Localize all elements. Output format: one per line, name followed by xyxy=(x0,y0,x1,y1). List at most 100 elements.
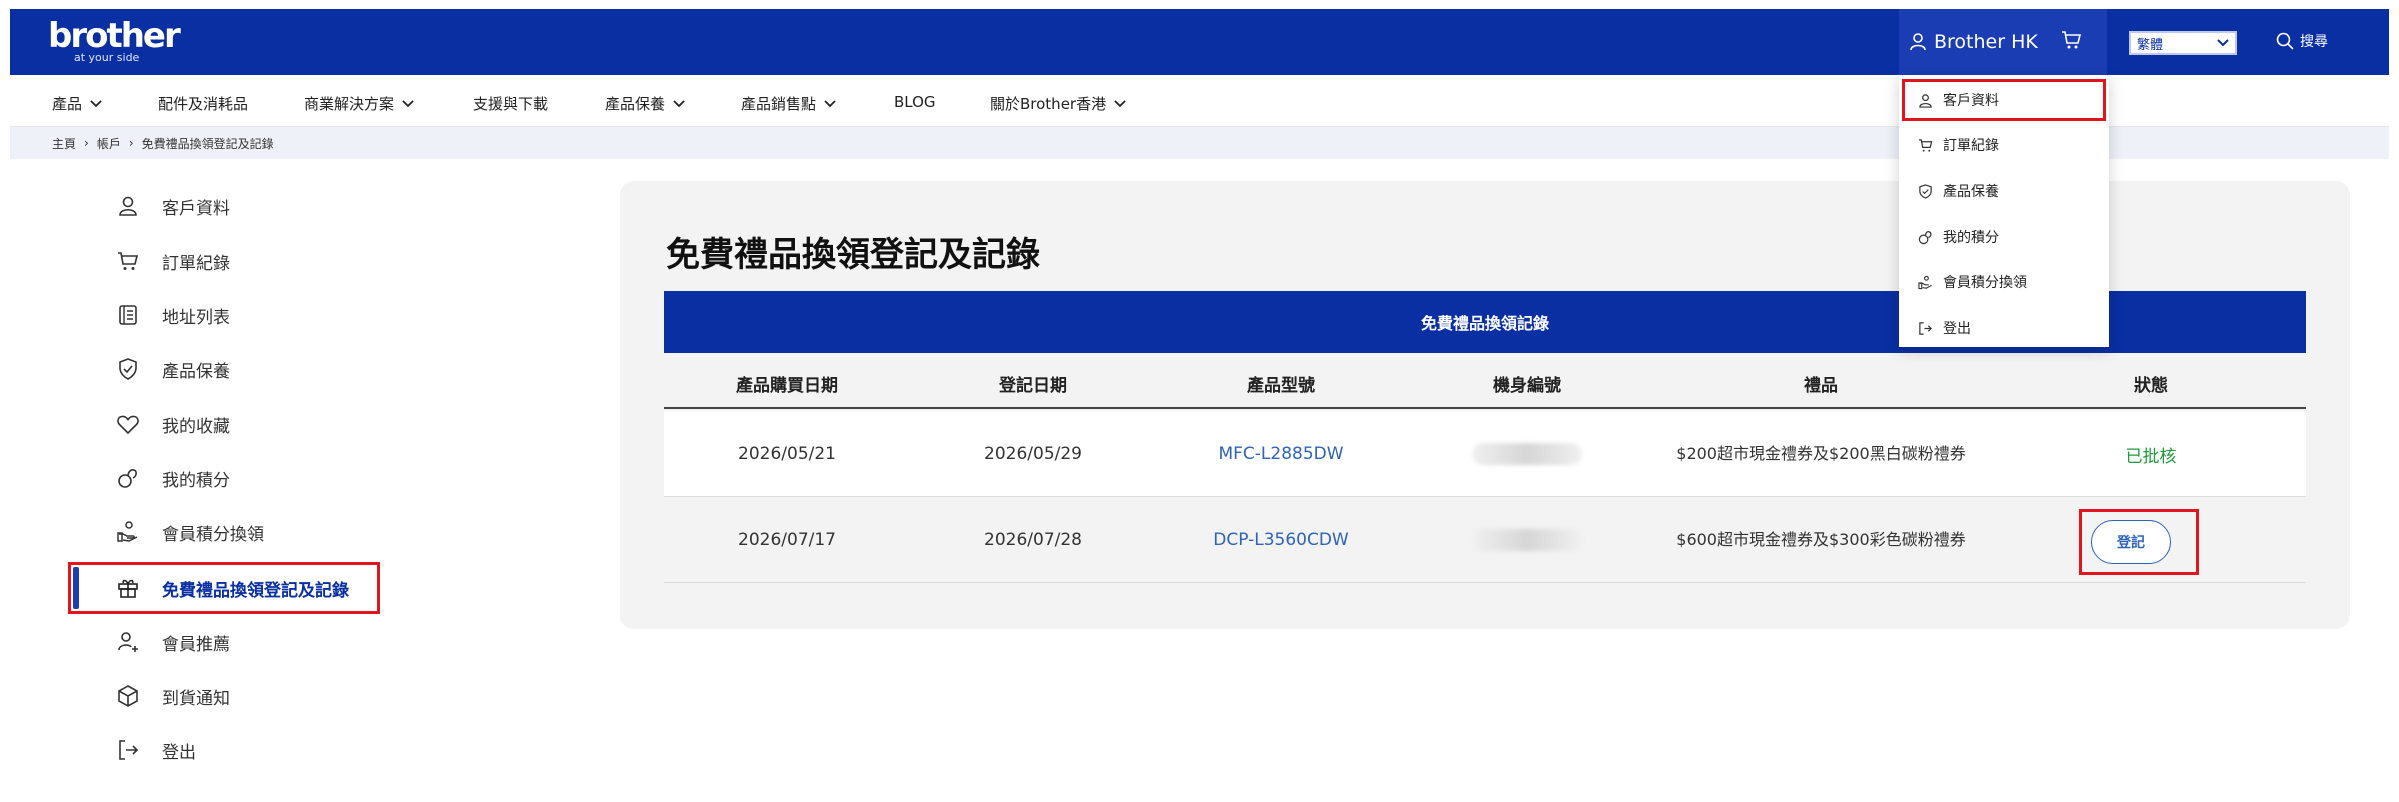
page-title: 免費禮品換領登記及記錄 xyxy=(666,235,1040,275)
sidebar-item-free-gift[interactable]: 免費禮品換領登記及記錄 xyxy=(116,573,349,603)
user-icon xyxy=(1919,93,1932,108)
serial-number-redacted xyxy=(1472,411,1582,497)
breadcrumb-home[interactable]: 主頁 xyxy=(52,135,76,152)
sidebar-item-referral[interactable]: 會員推薦 xyxy=(116,627,230,657)
cart-icon xyxy=(1918,138,1933,152)
column-header: 產品型號 xyxy=(1247,376,1315,396)
serial-number-redacted xyxy=(1472,497,1582,583)
dropdown-item-logout[interactable]: 登出 xyxy=(1918,317,1971,339)
logo-wordmark: brother xyxy=(48,16,181,56)
cart-button[interactable] xyxy=(2060,29,2082,55)
nav-item-retailers[interactable]: 產品銷售點 xyxy=(741,93,836,114)
sidebar-item-profile[interactable]: 客戶資料 xyxy=(116,191,230,221)
search-label: 搜尋 xyxy=(2300,34,2328,50)
language-select[interactable]: 繁體 xyxy=(2129,31,2237,55)
shield-check-icon xyxy=(1919,183,1932,199)
gift-cell: $200超市現金禮券及$200黑白碳粉禮券 xyxy=(1656,411,1986,497)
chevron-down-icon xyxy=(824,99,836,107)
breadcrumb-current: 免費禮品換領登記及記錄 xyxy=(141,136,274,151)
chevron-down-icon xyxy=(2217,39,2229,47)
nav-label: 產品銷售點 xyxy=(741,95,817,113)
sidebar-item-label: 我的積分 xyxy=(162,470,230,491)
nav-item-business[interactable]: 商業解決方案 xyxy=(304,93,414,114)
column-header: 產品購買日期 xyxy=(736,376,838,396)
dropdown-item-label: 登出 xyxy=(1943,321,1971,337)
points-icon xyxy=(118,469,137,488)
purchase-date: 2026/05/21 xyxy=(738,444,836,464)
sidebar-item-logout[interactable]: 登出 xyxy=(116,735,196,765)
table-title: 免費禮品換領記錄 xyxy=(1420,314,1549,333)
table-header-row: 產品購買日期 登記日期 產品型號 機身編號 禮品 狀態 xyxy=(664,353,2306,409)
gift-cell: $600超市現金禮券及$300彩色碳粉禮券 xyxy=(1656,497,1986,583)
sidebar-item-label: 產品保養 xyxy=(162,361,230,382)
user-plus-icon xyxy=(118,632,138,652)
dropdown-item-label: 客戶資料 xyxy=(1943,93,1999,109)
sidebar-item-label: 訂單紀錄 xyxy=(162,253,230,274)
model-link[interactable]: MFC-L2885DW xyxy=(1218,411,1343,497)
logout-icon xyxy=(119,740,139,760)
nav-item-about[interactable]: 關於Brother香港 xyxy=(990,93,1126,114)
nav-label: 關於Brother香港 xyxy=(990,95,1107,113)
dropdown-item-redeem[interactable]: 會員積分換領 xyxy=(1918,271,2027,293)
redaction-blur xyxy=(1472,443,1582,465)
model-link[interactable]: DCP-L3560CDW xyxy=(1213,497,1348,583)
dropdown-item-warranty[interactable]: 產品保養 xyxy=(1918,180,1999,202)
sidebar-item-warranty[interactable]: 產品保養 xyxy=(116,354,230,384)
sidebar-item-stock-alert[interactable]: 到貨通知 xyxy=(116,681,230,711)
register-date: 2026/05/29 xyxy=(984,444,1082,464)
nav-label: 商業解決方案 xyxy=(304,95,395,113)
purchase-date: 2026/07/17 xyxy=(738,530,836,550)
sidebar-item-label: 客戶資料 xyxy=(162,198,230,219)
search-button[interactable]: 搜尋 xyxy=(2276,31,2328,51)
nav-item-warranty[interactable]: 產品保養 xyxy=(605,93,685,114)
table-row: 2026/05/21 2026/05/29 MFC-L2885DW $200超市… xyxy=(664,411,2306,497)
sidebar-active-indicator xyxy=(73,567,79,609)
register-date: 2026/07/28 xyxy=(984,530,1082,550)
nav-item-support[interactable]: 支援與下載 xyxy=(473,93,548,114)
points-icon xyxy=(1918,230,1932,244)
brother-logo[interactable]: brother at your side xyxy=(48,16,181,64)
breadcrumb-account[interactable]: 帳戶 xyxy=(97,135,121,152)
column-header: 狀態 xyxy=(2134,376,2168,396)
dropdown-item-profile[interactable]: 客戶資料 xyxy=(1918,89,1999,111)
redaction-blur xyxy=(1472,529,1582,551)
sidebar-item-label: 到貨通知 xyxy=(162,688,230,709)
browser-page: brother at your side Brother HK 繁體 搜尋 產品… xyxy=(10,9,2389,802)
redeem-icon xyxy=(117,521,138,542)
search-icon xyxy=(2276,32,2294,50)
gift-description: $600超市現金禮券及$300彩色碳粉禮券 xyxy=(1676,530,1966,549)
chevron-down-icon xyxy=(402,99,414,107)
sidebar-item-favourites[interactable]: 我的收藏 xyxy=(116,409,230,439)
address-book-icon xyxy=(119,305,137,325)
sidebar-item-label: 會員積分換領 xyxy=(162,524,264,545)
nav-label: 支援與下載 xyxy=(473,95,549,113)
sidebar-item-orders[interactable]: 訂單紀錄 xyxy=(116,246,230,276)
sidebar-item-label: 地址列表 xyxy=(162,307,230,328)
nav-item-accessories[interactable]: 配件及消耗品 xyxy=(158,93,248,114)
dropdown-item-orders[interactable]: 訂單紀錄 xyxy=(1918,134,1999,156)
sidebar-item-label: 免費禮品換領登記及記錄 xyxy=(162,580,349,601)
nav-item-blog[interactable]: BLOG xyxy=(894,93,936,111)
status-badge: 已批核 xyxy=(2125,446,2177,467)
chevron-down-icon xyxy=(90,99,102,107)
sidebar-item-redeem[interactable]: 會員積分換領 xyxy=(116,517,264,547)
register-button[interactable]: 登記 xyxy=(2091,520,2171,564)
sidebar-item-points[interactable]: 我的積分 xyxy=(116,463,230,493)
account-button[interactable]: Brother HK xyxy=(1910,31,2038,53)
cart-icon xyxy=(2062,31,2082,49)
redeem-icon xyxy=(1918,275,1932,289)
user-icon xyxy=(119,196,137,216)
nav-label: BLOG xyxy=(894,93,936,111)
heart-icon xyxy=(117,415,139,435)
dropdown-item-label: 我的積分 xyxy=(1943,230,1999,246)
dropdown-item-label: 訂單紀錄 xyxy=(1943,138,1999,154)
nav-item-products[interactable]: 產品 xyxy=(52,93,102,114)
chevron-down-icon xyxy=(673,99,685,107)
dropdown-item-points[interactable]: 我的積分 xyxy=(1918,226,1999,248)
language-value: 繁體 xyxy=(2137,37,2164,53)
shield-check-icon xyxy=(119,358,137,380)
column-header: 禮品 xyxy=(1804,376,1838,396)
logout-icon xyxy=(1919,321,1932,335)
sidebar-item-addresses[interactable]: 地址列表 xyxy=(116,300,230,330)
nav-label: 產品保養 xyxy=(605,95,666,113)
